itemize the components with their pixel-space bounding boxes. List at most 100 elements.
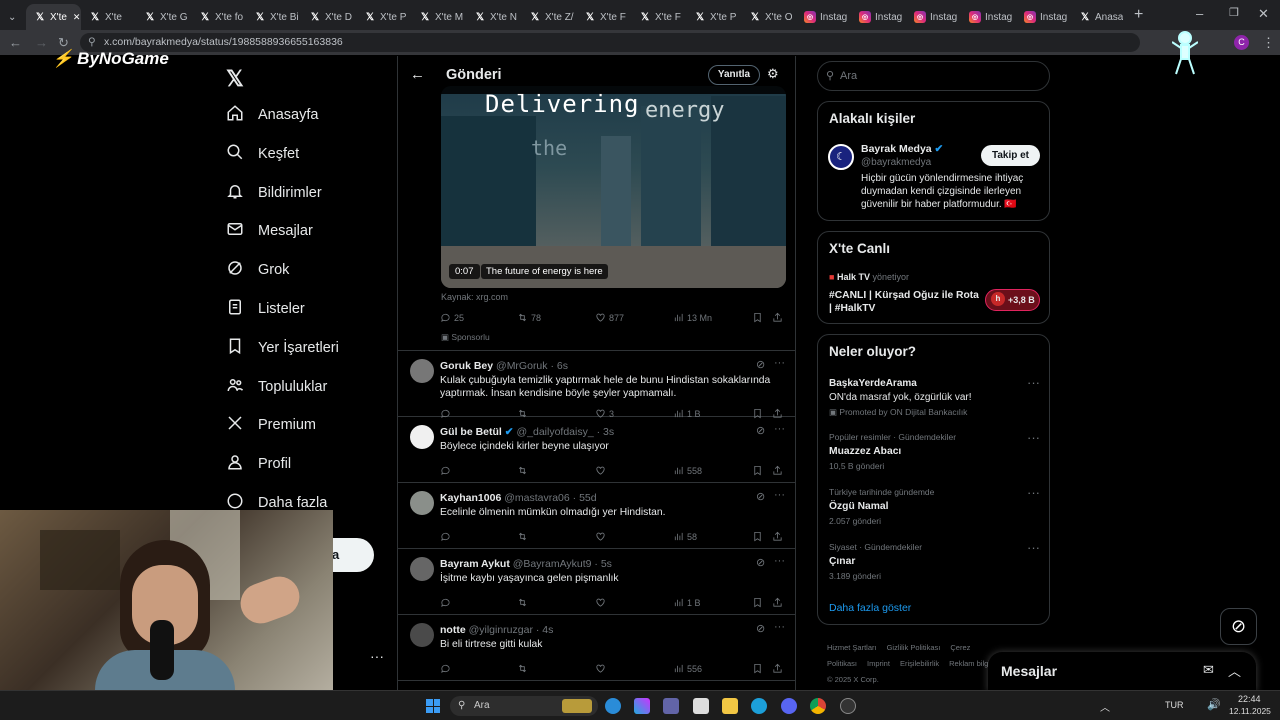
reply-icon[interactable]: 25 [440, 312, 464, 323]
x-logo-icon[interactable]: 𝕏 [226, 66, 244, 92]
tweet-author[interactable]: Bayram Aykut @BayramAykut9 · 5s [440, 558, 612, 570]
show-more-link[interactable]: Daha fazla göster [829, 602, 911, 614]
reply-icon[interactable] [440, 465, 454, 476]
more-icon[interactable]: ··· [774, 555, 785, 567]
maximize-button[interactable]: ❐ [1229, 6, 1239, 19]
bayrak-avatar[interactable]: ☾ [828, 144, 854, 170]
browser-tab[interactable]: 𝕏 X'te [81, 4, 136, 30]
url-input[interactable]: ⚲ x.com/bayrakmedya/status/19885889366551… [80, 33, 1140, 52]
forward-icon[interactable]: → [35, 35, 48, 50]
nav-item-7[interactable]: Topluluklar [226, 376, 327, 398]
like-icon[interactable] [595, 597, 609, 608]
related-name[interactable]: Bayrak Medya ✔ [861, 143, 943, 155]
clock-date[interactable]: 12.11.2025 [1229, 706, 1271, 716]
browser-tab[interactable]: 𝕏 X'te D [301, 4, 356, 30]
more-icon[interactable]: ··· [774, 357, 785, 369]
tweet-author[interactable]: notte @yilginruzgar · 4s [440, 624, 553, 636]
close-tab-icon[interactable]: ✕ [73, 12, 81, 23]
share-icon[interactable] [772, 312, 783, 323]
browser-tab[interactable]: 𝕏 X'te O [741, 4, 796, 30]
tweet[interactable]: Goruk Bey @MrGoruk · 6s ⊘ ··· Kulak çubuğuy… [398, 351, 795, 419]
nav-item-4[interactable]: Grok [226, 259, 289, 281]
copilot-icon[interactable] [634, 698, 650, 714]
avatar[interactable] [410, 491, 434, 515]
tweet[interactable]: Bayram Aykut @BayramAykut9 · 5s ⊘ ··· İşitm… [398, 549, 795, 615]
menu-icon[interactable]: ⋮ [1262, 35, 1275, 51]
live-listeners-button[interactable]: h +3,8 B [985, 289, 1040, 311]
tray-chevron-icon[interactable]: ︿ [1100, 699, 1110, 714]
repost-icon[interactable] [517, 597, 531, 608]
browser-tab[interactable]: ◎ Instag [906, 4, 961, 30]
nav-item-2[interactable]: Bildirimler [226, 182, 322, 204]
browser-tab[interactable]: 𝕏 X'te ✕ [26, 4, 81, 30]
new-message-icon[interactable]: ✉ [1203, 662, 1214, 678]
main-timeline[interactable]: ← Gönderi Yanıtla ⚙ Delivering energy th… [397, 56, 796, 690]
tweet-author[interactable]: Goruk Bey @MrGoruk · 6s [440, 360, 568, 372]
grok-icon[interactable]: ⊘ [756, 424, 765, 437]
share-icon[interactable] [772, 597, 783, 608]
trend-item[interactable]: Türkiye tarihinde gündemde Özgü Namal 2.05… [829, 485, 1040, 526]
grok-icon[interactable]: ⊘ [756, 622, 765, 635]
search-input[interactable]: ⚲ Ara [817, 61, 1050, 91]
account-more-icon[interactable]: ··· [370, 648, 384, 664]
more-icon[interactable]: ··· [774, 423, 785, 435]
trend-more-icon[interactable]: ··· [1027, 485, 1040, 500]
back-arrow-icon[interactable]: ← [410, 66, 425, 83]
share-icon[interactable] [772, 531, 783, 542]
avatar[interactable] [410, 359, 434, 383]
nav-item-0[interactable]: Anasayfa [226, 104, 318, 126]
discord-icon[interactable] [781, 698, 797, 714]
browser-tab[interactable]: 𝕏 X'te Bi [246, 4, 301, 30]
close-window-button[interactable]: ✕ [1258, 6, 1269, 22]
nav-item-3[interactable]: Mesajlar [226, 220, 313, 242]
start-icon[interactable] [426, 699, 440, 713]
volume-icon[interactable]: 🔊 [1207, 698, 1221, 711]
grok-icon[interactable]: ⊘ [756, 358, 765, 371]
like-icon[interactable]: 877 [595, 312, 624, 323]
grok-icon[interactable]: ⊘ [756, 556, 765, 569]
nav-item-1[interactable]: Keşfet [226, 143, 299, 165]
teams-icon[interactable] [663, 698, 679, 714]
ad-video[interactable]: Delivering energy the 0:07 The future of… [441, 86, 786, 288]
trend-more-icon[interactable]: ··· [1027, 540, 1040, 555]
new-tab-button[interactable]: + [1134, 6, 1143, 24]
repost-icon[interactable]: 78 [517, 312, 541, 323]
minimize-button[interactable]: – [1196, 6, 1203, 21]
reply-icon[interactable] [440, 597, 454, 608]
reply-icon[interactable] [440, 531, 454, 542]
store-icon[interactable] [693, 698, 709, 714]
repost-icon[interactable] [517, 465, 531, 476]
footer-link[interactable]: Imprint [867, 659, 890, 668]
like-icon[interactable] [595, 663, 609, 674]
back-icon[interactable]: ← [9, 35, 22, 50]
tweet[interactable]: Kayhan1006 @mastavra06 · 55d ⊘ ··· Ecelinle… [398, 483, 795, 549]
like-icon[interactable] [595, 531, 609, 542]
browser-tab[interactable]: 𝕏 X'te M [411, 4, 466, 30]
obs-icon[interactable] [840, 698, 856, 714]
browser-tab[interactable]: ◎ Instag [851, 4, 906, 30]
footer-link[interactable]: Hizmet Şartları [827, 643, 877, 652]
follow-button[interactable]: Takip et [981, 145, 1040, 166]
tweet-author[interactable]: Kayhan1006 @mastavra06 · 55d [440, 492, 597, 504]
profile-avatar[interactable]: C [1234, 35, 1249, 50]
browser-tab[interactable]: ◎ Instag [1016, 4, 1071, 30]
nav-item-9[interactable]: Profil [226, 453, 291, 475]
trend-more-icon[interactable]: ··· [1027, 430, 1040, 445]
nav-item-5[interactable]: Listeler [226, 298, 305, 320]
repost-icon[interactable] [517, 663, 531, 674]
bookmark-icon[interactable] [752, 465, 763, 476]
browser-tab[interactable]: 𝕏 X'te G [136, 4, 191, 30]
collapse-icon[interactable]: ︿ [1228, 661, 1241, 680]
browser-tab[interactable]: 𝕏 X'te P [356, 4, 411, 30]
avatar[interactable] [410, 623, 434, 647]
browser-tab[interactable]: 𝕏 Anasa [1071, 4, 1126, 30]
browser-tab[interactable]: 𝕏 X'te F [576, 4, 631, 30]
views-icon[interactable]: 13 Mn [673, 312, 712, 323]
browser-tab[interactable]: 𝕏 X'te N [466, 4, 521, 30]
avatar[interactable] [410, 557, 434, 581]
edge-copilot-icon[interactable] [605, 698, 621, 714]
bookmark-icon[interactable] [752, 531, 763, 542]
browser-tab[interactable]: 𝕏 X'te fo [191, 4, 246, 30]
browser-tab[interactable]: 𝕏 X'te F [631, 4, 686, 30]
bookmark-icon[interactable] [752, 663, 763, 674]
